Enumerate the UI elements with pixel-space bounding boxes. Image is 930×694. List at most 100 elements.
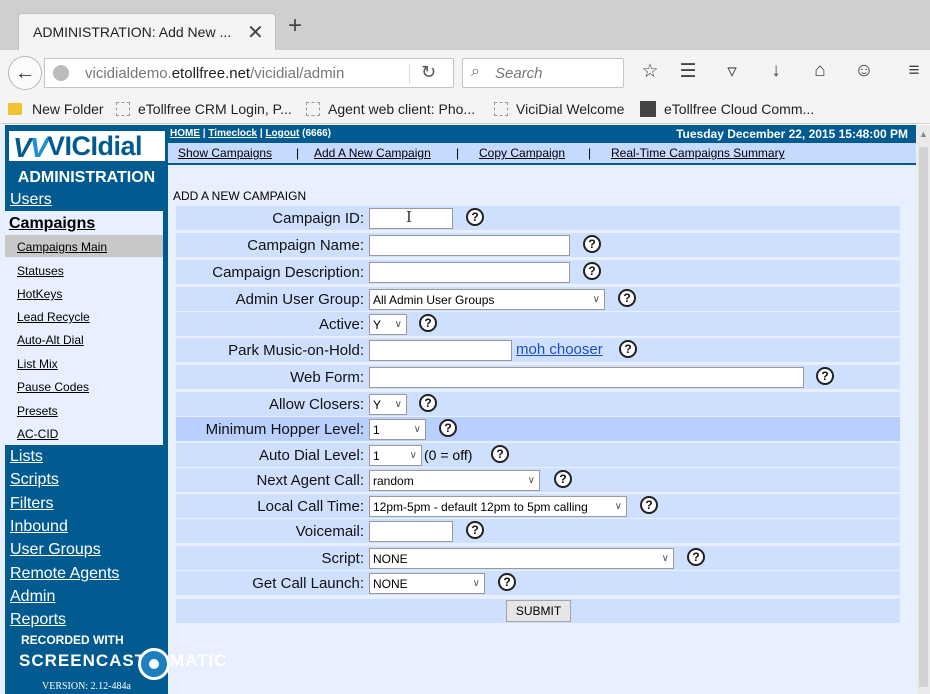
sidebar-sub-auto-alt-dial[interactable]: Auto-Alt Dial <box>17 333 84 347</box>
sidebar-item-admin[interactable]: Admin <box>10 588 55 606</box>
reload-icon[interactable]: ↻ <box>421 62 436 83</box>
administration-title: ADMINISTRATION <box>17 169 156 186</box>
local-call-time-label: Local Call Time: <box>257 498 364 515</box>
scrollbar-thumb[interactable] <box>919 147 928 687</box>
sidebar-item-reports[interactable]: Reports <box>10 611 66 629</box>
park-music-label: Park Music-on-Hold: <box>228 342 364 359</box>
bookmark-new-folder[interactable]: New Folder <box>8 101 104 117</box>
realtime-summary-link[interactable]: Real-Time Campaigns Summary <box>611 146 785 160</box>
row-campaign-name: Campaign Name: ? <box>176 233 900 257</box>
new-tab-icon[interactable]: + <box>288 14 302 38</box>
help-icon[interactable]: ? <box>618 289 636 307</box>
sidebar-sub-list-mix[interactable]: List Mix <box>17 357 58 371</box>
auto-dial-select[interactable]: 1 ∨ <box>369 445 422 466</box>
close-icon[interactable]: ✕ <box>247 20 264 45</box>
help-icon[interactable]: ? <box>640 496 658 514</box>
sidebar-sub-campaigns-main[interactable]: Campaigns Main <box>17 240 107 254</box>
sidebar-sub-presets[interactable]: Presets <box>17 404 58 418</box>
home-link[interactable]: HOME <box>170 128 200 139</box>
row-submit: SUBMIT <box>176 599 900 623</box>
url-divider <box>409 64 410 84</box>
next-agent-call-label: Next Agent Call: <box>256 472 364 489</box>
help-icon[interactable]: ? <box>466 521 484 539</box>
scroll-up-icon[interactable]: ▲ <box>919 129 928 139</box>
get-call-launch-select[interactable]: NONE ∨ <box>369 573 485 594</box>
campaign-description-input[interactable] <box>369 262 570 283</box>
back-arrow-icon[interactable]: ← <box>8 56 42 90</box>
get-call-launch-label: Get Call Launch: <box>252 575 364 592</box>
help-icon[interactable]: ? <box>583 262 601 280</box>
bookmark-agent-client[interactable]: Agent web client: Pho... <box>306 101 475 117</box>
chevron-down-icon: ∨ <box>394 319 402 330</box>
auto-dial-label: Auto Dial Level: <box>258 447 364 464</box>
sidebar-item-remote-agents[interactable]: Remote Agents <box>10 565 119 583</box>
sidebar-item-inbound[interactable]: Inbound <box>10 518 68 536</box>
sidebar-item-lists[interactable]: Lists <box>10 448 43 466</box>
chevron-down-icon: ∨ <box>409 450 417 461</box>
home-icon[interactable]: ⌂ <box>808 60 832 82</box>
moh-chooser-link[interactable]: moh chooser <box>516 341 603 358</box>
bookmark-vicidial-welcome[interactable]: ViciDial Welcome <box>494 101 624 117</box>
help-icon[interactable]: ? <box>816 367 834 385</box>
sidebar-item-filters[interactable]: Filters <box>10 495 54 513</box>
sidebar-item-scripts[interactable]: Scripts <box>10 471 59 489</box>
menu-icon[interactable]: ≡ <box>902 60 926 82</box>
min-hopper-select[interactable]: 1 ∨ <box>369 419 426 440</box>
logo-text: VICIdial <box>47 131 143 161</box>
logout-link[interactable]: Logout <box>265 128 299 139</box>
help-icon[interactable]: ? <box>491 445 509 463</box>
script-select[interactable]: NONE ∨ <box>369 548 674 569</box>
help-icon[interactable]: ? <box>554 470 572 488</box>
vertical-scrollbar[interactable]: ▲ <box>917 125 930 694</box>
row-admin-user-group: Admin User Group: All Admin User Groups … <box>176 287 900 311</box>
help-icon[interactable]: ? <box>498 573 516 591</box>
allow-closers-select[interactable]: Y ∨ <box>369 394 407 415</box>
sidebar-sub-lead-recycle[interactable]: Lead Recycle <box>17 310 90 324</box>
help-icon[interactable]: ? <box>466 208 484 226</box>
row-park-music: Park Music-on-Hold: moh chooser ? <box>176 338 900 362</box>
sidebar-item-campaigns[interactable]: Campaigns <box>9 215 95 233</box>
browser-tab[interactable]: ADMINISTRATION: Add New ... ✕ <box>18 13 276 50</box>
sidebar-sub-pause-codes[interactable]: Pause Codes <box>17 380 89 394</box>
help-icon[interactable]: ? <box>419 314 437 332</box>
pocket-icon[interactable]: ▿ <box>720 60 744 83</box>
sidebar-item-users[interactable]: Users <box>10 191 52 209</box>
voicemail-input[interactable] <box>369 521 453 542</box>
admin-user-group-select[interactable]: All Admin User Groups ∨ <box>369 289 605 310</box>
chat-icon[interactable]: ☺ <box>852 60 876 82</box>
show-campaigns-link[interactable]: Show Campaigns <box>178 146 272 160</box>
add-new-campaign-link[interactable]: Add A New Campaign <box>314 146 431 160</box>
next-agent-call-select[interactable]: random ∨ <box>369 470 540 491</box>
local-call-time-select[interactable]: 12pm-5pm - default 12pm to 5pm calling ∨ <box>369 496 627 517</box>
sidebar-sub-statuses[interactable]: Statuses <box>17 264 64 278</box>
star-icon[interactable]: ☆ <box>638 60 662 83</box>
help-icon[interactable]: ? <box>583 235 601 253</box>
chevron-down-icon: ∨ <box>661 553 669 564</box>
help-icon[interactable]: ? <box>419 394 437 412</box>
web-form-input[interactable] <box>369 367 804 388</box>
bookmark-etollfree-cloud[interactable]: eTollfree Cloud Comm... <box>640 101 814 117</box>
copy-campaign-link[interactable]: Copy Campaign <box>479 146 565 160</box>
help-icon[interactable]: ? <box>687 548 705 566</box>
url-text: vicidialdemo.etollfree.net/vicidial/admi… <box>85 65 345 82</box>
url-bar[interactable]: vicidialdemo.etollfree.net/vicidial/admi… <box>44 58 454 88</box>
bookmark-etollfree-crm[interactable]: eTollfree CRM Login, P... <box>116 101 292 117</box>
row-script: Script: NONE ∨ ? <box>176 546 900 570</box>
sidebar-item-user-groups[interactable]: User Groups <box>10 541 101 559</box>
sidebar-sub-hotkeys[interactable]: HotKeys <box>17 287 62 301</box>
chevron-down-icon: ∨ <box>472 578 480 589</box>
park-music-input[interactable] <box>369 340 512 361</box>
help-icon[interactable]: ? <box>439 419 457 437</box>
active-select[interactable]: Y ∨ <box>369 314 407 335</box>
sidebar-sub-ac-cid[interactable]: AC-CID <box>17 427 58 441</box>
vicidial-logo[interactable]: VV VICIdial <box>7 129 167 163</box>
watermark-screencast: SCREENCAST <box>19 651 147 670</box>
campaign-name-input[interactable] <box>369 235 570 256</box>
row-next-agent-call: Next Agent Call: random ∨ ? <box>176 468 900 492</box>
timeclock-link[interactable]: Timeclock <box>208 128 257 139</box>
reading-list-icon[interactable]: ☰ <box>676 60 700 83</box>
help-icon[interactable]: ? <box>619 340 637 358</box>
submit-button[interactable]: SUBMIT <box>506 600 571 622</box>
download-icon[interactable]: ↓ <box>764 60 788 82</box>
search-input[interactable]: ⌕ Search <box>462 58 624 88</box>
